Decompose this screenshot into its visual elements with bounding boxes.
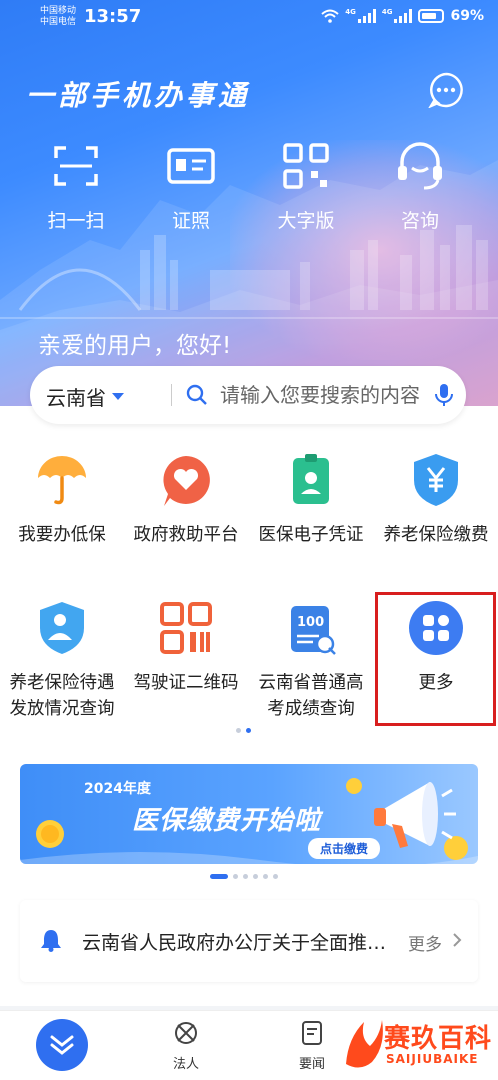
grid-page-indicator — [236, 728, 251, 733]
qr-code-icon — [160, 602, 212, 654]
service-gov-aid[interactable]: 政府救助平台 — [124, 452, 248, 548]
status-bar: 中国移动 中国电信 13:57 4G 4G 69% — [0, 0, 498, 36]
home-icon — [50, 1035, 74, 1055]
fish-logo-icon — [346, 1020, 383, 1068]
service-license-qr[interactable]: 驾驶证二维码 — [124, 600, 248, 696]
banner-dot-active — [210, 874, 228, 879]
banner-dot — [273, 874, 278, 879]
banner-page-indicator — [210, 874, 278, 879]
net-type-2: 4G — [381, 8, 393, 16]
carrier-labels: 中国移动 中国电信 — [40, 6, 76, 28]
id-card-icon — [167, 148, 215, 184]
search-divider — [171, 384, 172, 406]
service-label: 我要办低保 — [18, 525, 106, 545]
status-right: 4G 4G 69% — [321, 8, 484, 24]
banner-dot — [243, 874, 248, 879]
legal-person-icon — [175, 1022, 197, 1044]
status-time: 13:57 — [84, 6, 142, 27]
app-title: 一部手机办事通 — [26, 79, 251, 112]
service-label: 养老保险缴费 — [383, 525, 489, 545]
elder-shield-icon — [40, 602, 84, 654]
nav-label: 法人 — [172, 1057, 199, 1072]
scan-icon — [54, 146, 98, 186]
service-exam-score[interactable]: 100 云南省普通高考成绩查询 — [249, 600, 373, 722]
carrier-1: 中国移动 — [40, 6, 77, 16]
watermark-subtext: SAIJIUBAIKE — [386, 1052, 479, 1066]
quick-label: 证照 — [171, 210, 210, 232]
page-dot — [236, 728, 241, 733]
notice-text: 云南省人民政府办公厅关于全面推进… — [82, 932, 392, 954]
microphone-icon[interactable] — [434, 382, 454, 408]
banner-dot — [263, 874, 268, 879]
carrier-2: 中国电信 — [40, 17, 77, 27]
search-icon — [186, 384, 207, 405]
greeting-text: 亲爱的用户，您好! — [38, 333, 232, 359]
quick-label: 咨询 — [400, 210, 439, 232]
qr-grid-icon — [283, 143, 329, 189]
message-icon[interactable] — [428, 72, 464, 108]
watermark: 赛玖百科 SAIJIUBAIKE — [340, 1012, 498, 1076]
umbrella-icon — [38, 456, 86, 505]
wifi-icon — [321, 9, 339, 23]
notice-bar[interactable]: 云南省人民政府办公厅关于全面推进… 更多 — [20, 900, 478, 982]
highlight-box — [375, 592, 496, 726]
svg-text:100: 100 — [297, 615, 324, 630]
net-type-1: 4G — [345, 8, 356, 16]
service-medical-cert[interactable]: 医保电子凭证 — [249, 452, 373, 548]
quick-license[interactable]: 证照 — [146, 138, 236, 233]
battery-icon — [418, 9, 445, 23]
search-input[interactable] — [220, 380, 444, 410]
score-doc-icon: 100 — [291, 606, 336, 655]
heart-chat-icon — [163, 456, 210, 506]
service-label: 驾驶证二维码 — [133, 673, 239, 693]
promo-banner[interactable]: 2024年度 医保缴费开始啦 点击缴费 — [20, 764, 478, 864]
megaphone-icon — [374, 782, 456, 848]
service-label: 政府救助平台 — [133, 525, 239, 545]
watermark-text: 赛玖百科 — [384, 1024, 493, 1054]
yuan-shield-icon — [414, 454, 458, 506]
notice-more-link[interactable]: 更多 — [408, 930, 442, 955]
service-low-income[interactable]: 我要办低保 — [0, 452, 124, 548]
news-icon — [302, 1021, 322, 1045]
quick-consult[interactable]: 咨询 — [375, 138, 465, 233]
nav-legal-person[interactable]: 法人 — [146, 1019, 226, 1072]
signal-icon-2 — [394, 9, 413, 23]
signal-icon-1 — [357, 9, 376, 23]
quick-large-text[interactable]: 大字版 — [261, 138, 351, 233]
service-label: 云南省普通高考成绩查询 — [258, 673, 364, 719]
caret-down-icon — [112, 393, 124, 400]
banner-dot — [233, 874, 238, 879]
battery-level: 69% — [450, 8, 484, 24]
quick-label: 扫一扫 — [47, 210, 105, 232]
headset-icon — [398, 142, 442, 190]
medical-badge-icon — [293, 454, 329, 504]
quick-scan[interactable]: 扫一扫 — [31, 138, 121, 233]
region-selector[interactable]: 云南省 — [46, 382, 124, 411]
nav-home[interactable] — [36, 1019, 88, 1071]
search-bar: 云南省 — [30, 366, 466, 424]
service-label: 医保电子凭证 — [258, 525, 364, 545]
banner-title: 医保缴费开始啦 — [132, 806, 322, 836]
service-pension-pay[interactable]: 养老保险缴费 — [374, 452, 498, 548]
service-label: 养老保险待遇发放情况查询 — [9, 673, 115, 719]
bell-icon — [41, 930, 61, 952]
banner-dot — [253, 874, 258, 879]
page-dot-active — [246, 728, 251, 733]
banner-year: 2024年度 — [84, 781, 151, 797]
chevron-right-icon — [453, 933, 462, 947]
quick-label: 大字版 — [277, 210, 335, 232]
region-label: 云南省 — [46, 386, 106, 410]
service-pension-query[interactable]: 养老保险待遇发放情况查询 — [0, 600, 124, 722]
